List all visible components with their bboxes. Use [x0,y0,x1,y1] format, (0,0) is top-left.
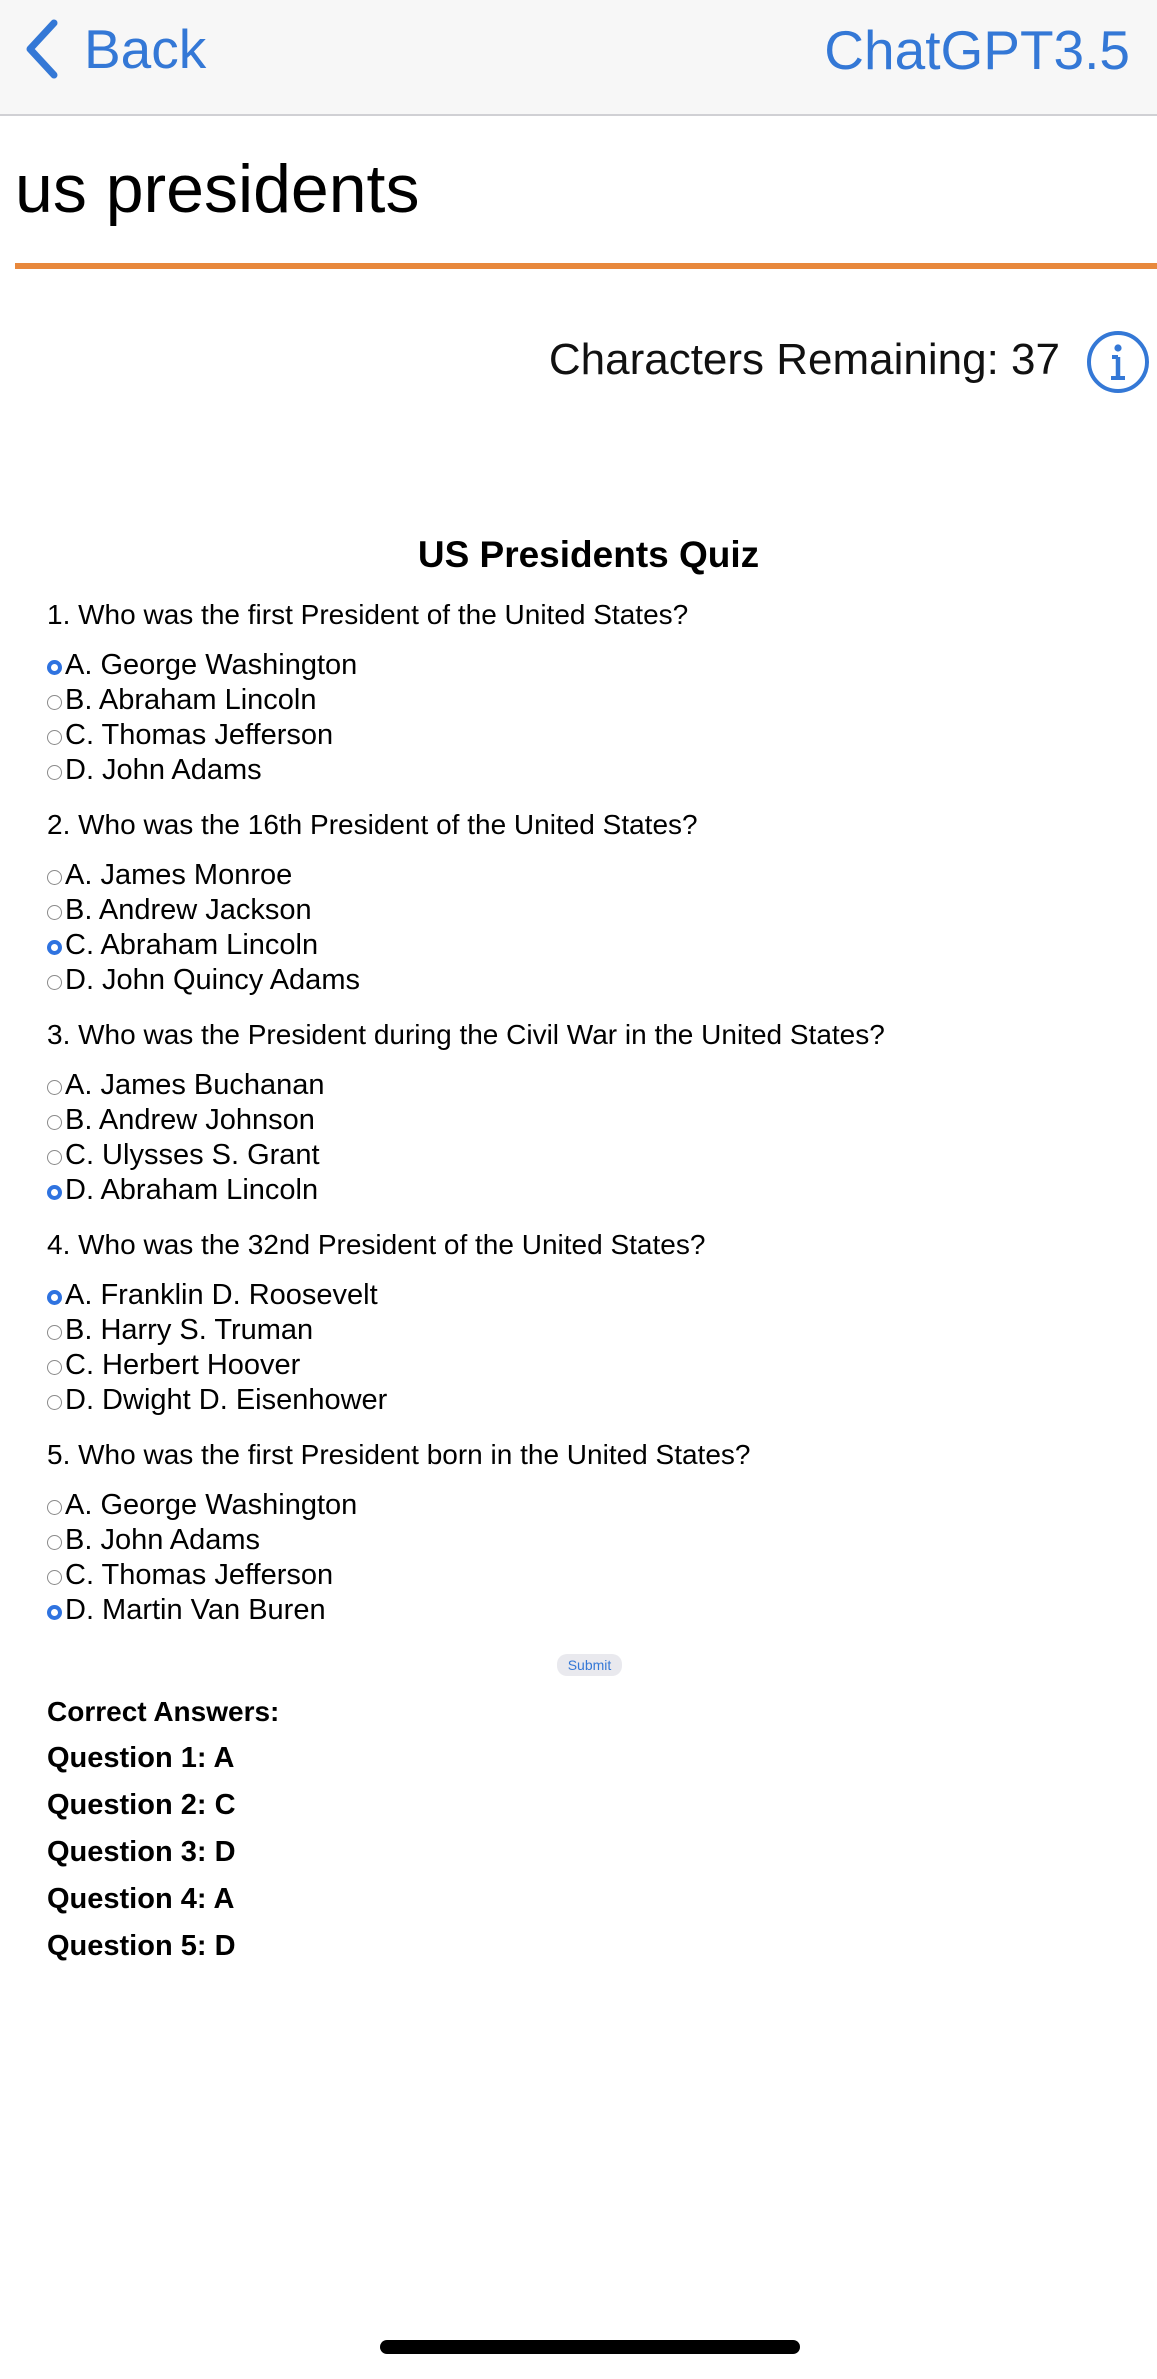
answer-option[interactable]: B. John Adams [47,1523,1132,1558]
answer-line: Question 4: A [47,1883,235,1915]
radio-button[interactable] [47,1569,62,1585]
quiz-title: US Presidents Quiz [417,534,760,575]
answer-line: Question 3: D [47,1836,236,1868]
option-label: C. Herbert Hoover [65,1349,301,1381]
submit-button[interactable]: Submit [556,1654,623,1676]
correct-answers: Correct Answers: Question 1: A Question 2… [47,1688,1132,1970]
option-label: A. Franklin D. Roosevelt [65,1279,378,1311]
accent-divider [15,263,1157,269]
radio-button[interactable] [47,764,62,780]
quiz-content: US Presidents Quiz 1. Who was the first … [47,532,1132,1970]
answers-heading: Correct Answers: [47,1696,280,1727]
radio-button[interactable] [47,1324,62,1340]
answer-option[interactable]: C. Herbert Hoover [47,1348,1132,1383]
answer-option[interactable]: D. Martin Van Buren [47,1593,1132,1628]
answer-option[interactable]: C. Ulysses S. Grant [47,1138,1132,1173]
radio-button[interactable] [47,869,62,885]
answer-option[interactable]: B. Harry S. Truman [47,1313,1132,1348]
answer-option[interactable]: A. James Buchanan [47,1068,1132,1103]
navigation-bar: Back ChatGPT3.5 [0,0,1157,116]
model-button[interactable]: ChatGPT3.5 [824,18,1130,82]
radio-button[interactable] [47,729,62,745]
option-label: B. Harry S. Truman [65,1314,314,1346]
radio-button[interactable] [47,1114,62,1130]
answer-option[interactable]: C. Thomas Jefferson [47,1558,1132,1593]
question-2: 2. Who was the 16th President of the Uni… [47,805,1132,998]
back-label: Back [84,18,207,80]
radio-button[interactable] [47,1394,62,1410]
answer-option[interactable]: A. George Washington [47,648,1132,683]
radio-button[interactable] [47,1149,62,1165]
radio-button[interactable] [47,1534,62,1550]
radio-button[interactable] [47,1359,62,1375]
option-label: D. Dwight D. Eisenhower [65,1384,388,1416]
radio-button[interactable] [47,1499,62,1515]
question-4: 4. Who was the 32nd President of the Uni… [47,1225,1132,1418]
question-text: 2. Who was the 16th President of the Uni… [47,809,698,840]
option-label: B. John Adams [65,1524,261,1556]
option-label: C. Abraham Lincoln [65,929,319,961]
info-circle-icon [1086,330,1150,394]
question-text: 4. Who was the 32nd President of the Uni… [47,1229,706,1260]
answer-option[interactable]: B. Abraham Lincoln [47,683,1132,718]
answer-option[interactable]: D. John Adams [47,753,1132,788]
question-5: 5. Who was the first President born in t… [47,1435,1132,1628]
question-text: 5. Who was the first President born in t… [47,1439,751,1470]
radio-button[interactable] [47,1079,62,1095]
answer-option[interactable]: D. John Quincy Adams [47,963,1132,998]
characters-remaining: Characters Remaining: 37 [548,335,1060,384]
question-3: 3. Who was the President during the Civi… [47,1015,1132,1208]
option-label: A. George Washington [65,1489,358,1521]
radio-button[interactable] [47,694,62,710]
question-1: 1. Who was the first President of the Un… [47,595,1132,788]
question-text: 1. Who was the first President of the Un… [47,599,689,630]
option-label: A. James Buchanan [65,1069,325,1101]
radio-button-selected[interactable] [47,1604,62,1620]
radio-button-selected[interactable] [47,1184,62,1200]
radio-button-selected[interactable] [47,939,62,955]
option-label: B. Andrew Jackson [65,894,312,926]
submit-row: Submit [47,1654,1132,1676]
chevron-left-icon [22,19,62,79]
answers-list: Question 1: A Question 2: C Question 3: D Q… [47,1735,1132,1970]
option-label: C. Thomas Jefferson [65,719,334,751]
answer-option[interactable]: D. Abraham Lincoln [47,1173,1132,1208]
answer-option[interactable]: A. George Washington [47,1488,1132,1523]
radio-button[interactable] [47,904,62,920]
answer-option[interactable]: B. Andrew Jackson [47,893,1132,928]
option-label: C. Thomas Jefferson [65,1559,334,1591]
answer-line: Question 5: D [47,1930,236,1962]
answer-line: Question 2: C [47,1789,236,1821]
info-button[interactable] [1086,330,1150,394]
topic-title: us presidents [15,151,420,227]
option-label: D. John Adams [65,754,262,786]
option-label: B. Abraham Lincoln [65,684,317,716]
question-list: 1. Who was the first President of the Un… [47,595,1132,1628]
option-label: A. George Washington [65,649,358,681]
radio-button-selected[interactable] [47,1289,62,1305]
answer-option[interactable]: C. Abraham Lincoln [47,928,1132,963]
answer-option[interactable]: A. James Monroe [47,858,1132,893]
option-label: B. Andrew Johnson [65,1104,315,1136]
option-label: D. John Quincy Adams [65,964,360,996]
option-label: D. Martin Van Buren [65,1594,326,1626]
home-indicator [380,2340,800,2354]
radio-button-selected[interactable] [47,659,62,675]
option-label: C. Ulysses S. Grant [65,1139,320,1171]
answer-line: Question 1: A [47,1742,235,1774]
option-label: A. James Monroe [65,859,293,891]
answer-option[interactable]: A. Franklin D. Roosevelt [47,1278,1132,1313]
option-label: D. Abraham Lincoln [65,1174,319,1206]
answer-option[interactable]: B. Andrew Johnson [47,1103,1132,1138]
radio-button[interactable] [47,974,62,990]
answer-option[interactable]: C. Thomas Jefferson [47,718,1132,753]
back-button[interactable]: Back [22,14,206,84]
answer-option[interactable]: D. Dwight D. Eisenhower [47,1383,1132,1418]
question-text: 3. Who was the President during the Civi… [47,1019,885,1050]
